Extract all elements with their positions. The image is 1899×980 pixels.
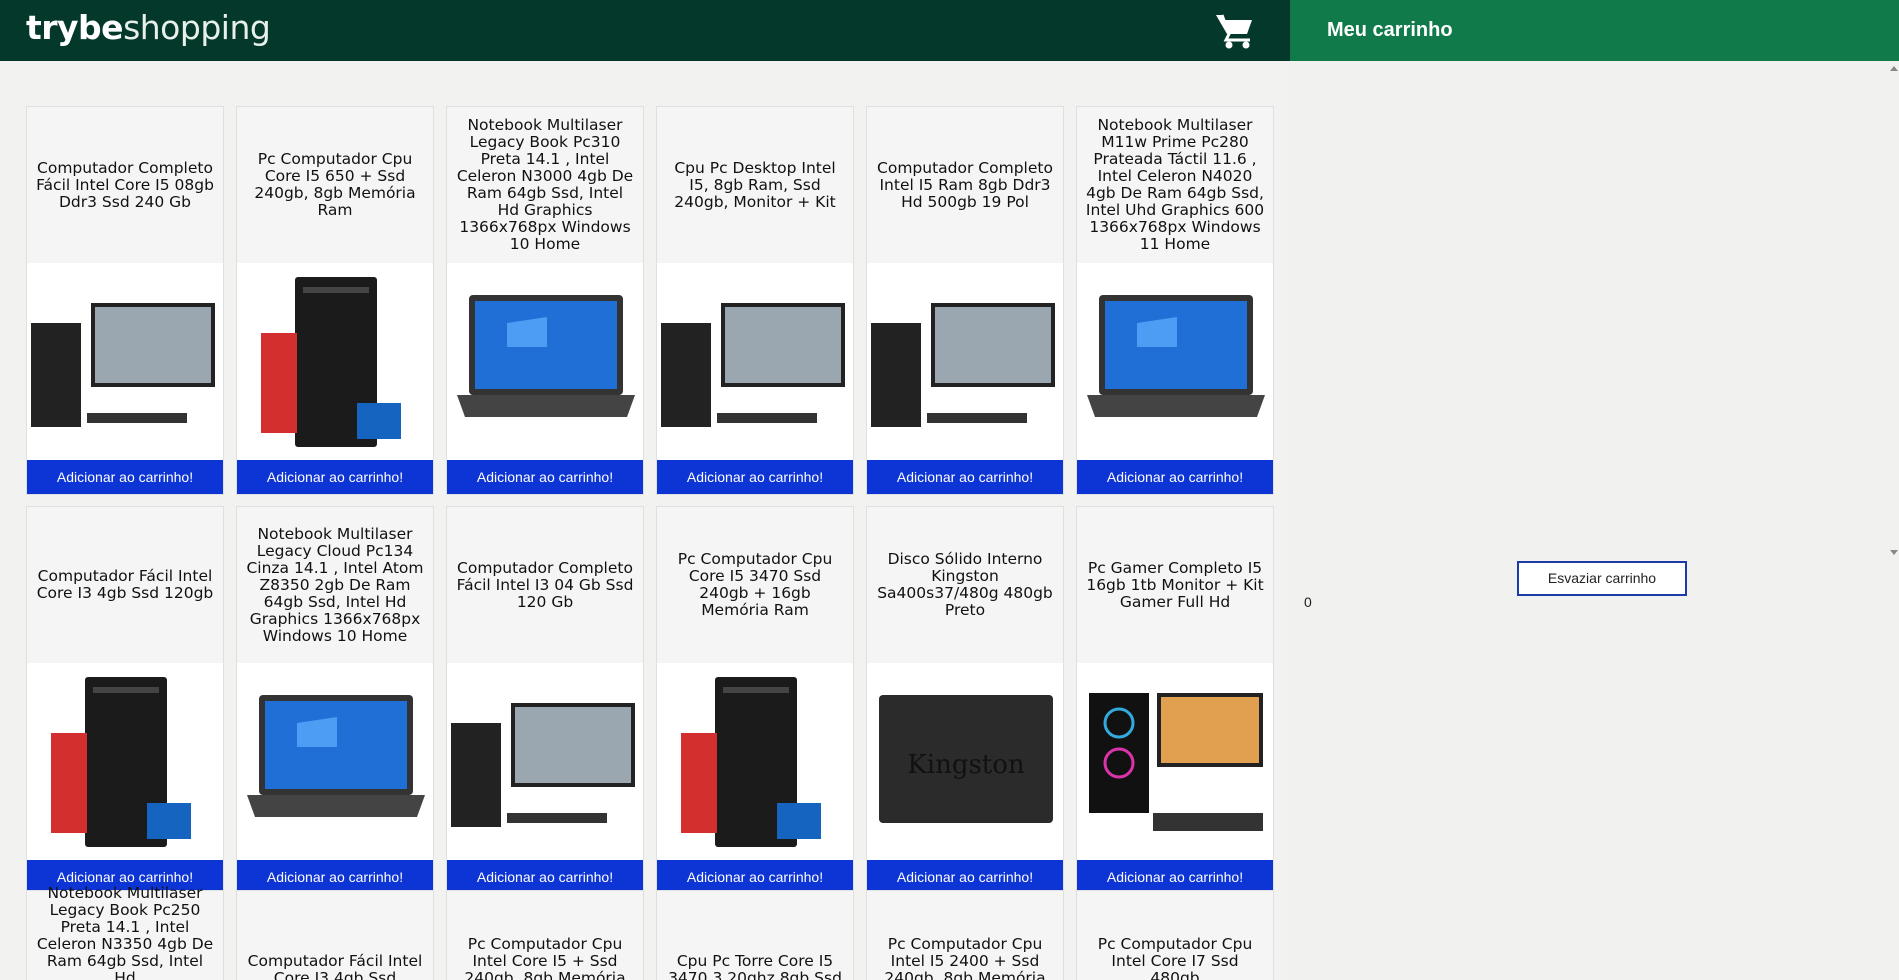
- cart-total: 0: [1304, 594, 1312, 610]
- product-title: Cpu Pc Torre Core I5 3470 3.20ghz 8gb Ss…: [668, 952, 842, 980]
- gamer-pc-image: [1077, 663, 1273, 860]
- product-card: Pc Computador Cpu Core I5 3470 Ssd 240gb…: [656, 506, 854, 895]
- ssd-image: Kingston: [867, 663, 1063, 860]
- svg-text:Kingston: Kingston: [907, 750, 1025, 780]
- product-card: Notebook Multilaser Legacy Cloud Pc134 C…: [236, 506, 434, 895]
- add-to-cart-button[interactable]: Adicionar ao carrinho!: [1077, 460, 1273, 494]
- product-card: Notebook Multilaser M11w Prime Pc280 Pra…: [1076, 106, 1274, 495]
- product-card: Computador Completo Fácil Intel Core I5 …: [26, 106, 224, 495]
- laptop-image: [237, 663, 433, 860]
- desktop-monitor-image: [867, 263, 1063, 460]
- product-card: Computador Completo Intel I5 Ram 8gb Ddr…: [866, 106, 1064, 495]
- product-title: Pc Gamer Completo I5 16gb 1tb Monitor + …: [1086, 558, 1264, 611]
- product-title: Cpu Pc Desktop Intel I5, 8gb Ram, Ssd 24…: [674, 158, 836, 211]
- product-card: Pc Computador Cpu Intel I5 2400 + Ssd 24…: [866, 890, 1064, 980]
- product-title: Computador Completo Intel I5 Ram 8gb Ddr…: [877, 158, 1053, 211]
- add-to-cart-button[interactable]: Adicionar ao carrinho!: [447, 860, 643, 894]
- desktop-monitor-image: [657, 263, 853, 460]
- product-title: Computador Completo Fácil Intel Core I5 …: [36, 158, 214, 211]
- cart-title: Meu carrinho: [1290, 0, 1899, 61]
- product-card: Pc Computador Cpu Core I5 650 + Ssd 240g…: [236, 106, 434, 495]
- add-to-cart-button[interactable]: Adicionar ao carrinho!: [447, 460, 643, 494]
- shopping-cart-icon[interactable]: [1214, 12, 1256, 50]
- app-header: trybeshopping: [0, 0, 1290, 61]
- desktop-monitor-image: [27, 263, 223, 460]
- product-title: Pc Computador Cpu Intel I5 2400 + Ssd 24…: [884, 935, 1046, 980]
- product-card: Disco Sólido Interno Kingston Sa400s37/4…: [866, 506, 1064, 895]
- laptop-image: [447, 263, 643, 460]
- logo[interactable]: trybeshopping: [26, 8, 271, 47]
- product-card: Computador Fácil Intel Core I3 4gb Ssd: [236, 890, 434, 980]
- add-to-cart-button[interactable]: Adicionar ao carrinho!: [657, 860, 853, 894]
- product-title: Computador Fácil Intel Core I3 4gb Ssd 1…: [36, 567, 214, 602]
- pc-tower-image: [27, 663, 223, 860]
- add-to-cart-button[interactable]: Adicionar ao carrinho!: [867, 860, 1063, 894]
- product-title: Pc Computador Cpu Intel Core I7 Ssd 480g…: [1097, 935, 1253, 980]
- product-card: Pc Computador Cpu Intel Core I7 Ssd 480g…: [1076, 890, 1274, 980]
- product-title: Computador Completo Fácil Intel I3 04 Gb…: [456, 558, 634, 611]
- product-card: Pc Gamer Completo I5 16gb 1tb Monitor + …: [1076, 506, 1274, 895]
- product-card: Notebook Multilaser Legacy Book Pc250 Pr…: [26, 884, 224, 980]
- add-to-cart-button[interactable]: Adicionar ao carrinho!: [657, 460, 853, 494]
- laptop-image: [1077, 263, 1273, 460]
- add-to-cart-button[interactable]: Adicionar ao carrinho!: [1077, 860, 1273, 894]
- scroll-up-arrow-icon[interactable]: [1890, 66, 1898, 71]
- product-title: Pc Computador Cpu Intel Core I5 + Ssd 24…: [464, 935, 626, 980]
- add-to-cart-button[interactable]: Adicionar ao carrinho!: [27, 460, 223, 494]
- scroll-down-arrow-icon[interactable]: [1890, 550, 1898, 555]
- product-title: Notebook Multilaser M11w Prime Pc280 Pra…: [1085, 116, 1265, 253]
- product-title: Disco Sólido Interno Kingston Sa400s37/4…: [877, 550, 1053, 619]
- product-card: Notebook Multilaser Legacy Book Pc310 Pr…: [446, 106, 644, 495]
- cart-panel: Meu carrinho Esvaziar carrinho 0: [1290, 0, 1899, 980]
- add-to-cart-button[interactable]: Adicionar ao carrinho!: [237, 860, 433, 894]
- product-title: Notebook Multilaser Legacy Book Pc310 Pr…: [456, 116, 634, 253]
- desktop-monitor-image: [447, 663, 643, 860]
- product-title: Computador Fácil Intel Core I3 4gb Ssd: [247, 952, 423, 980]
- product-title: Notebook Multilaser Legacy Cloud Pc134 C…: [246, 524, 424, 645]
- product-card: Cpu Pc Desktop Intel I5, 8gb Ram, Ssd 24…: [656, 106, 854, 495]
- product-title: Pc Computador Cpu Core I5 650 + Ssd 240g…: [254, 150, 416, 219]
- product-card: Computador Completo Fácil Intel I3 04 Gb…: [446, 506, 644, 895]
- add-to-cart-button[interactable]: Adicionar ao carrinho!: [237, 460, 433, 494]
- add-to-cart-button[interactable]: Adicionar ao carrinho!: [867, 460, 1063, 494]
- product-card: Pc Computador Cpu Intel Core I5 + Ssd 24…: [446, 890, 644, 980]
- product-card: Cpu Pc Torre Core I5 3470 3.20ghz 8gb Ss…: [656, 890, 854, 980]
- product-title: Pc Computador Cpu Core I5 3470 Ssd 240gb…: [677, 550, 833, 619]
- empty-cart-button[interactable]: Esvaziar carrinho: [1517, 561, 1687, 596]
- product-title: Notebook Multilaser Legacy Book Pc250 Pr…: [36, 884, 214, 980]
- pc-tower-image: [237, 263, 433, 460]
- product-card: Computador Fácil Intel Core I3 4gb Ssd 1…: [26, 506, 224, 895]
- pc-tower-image: [657, 663, 853, 860]
